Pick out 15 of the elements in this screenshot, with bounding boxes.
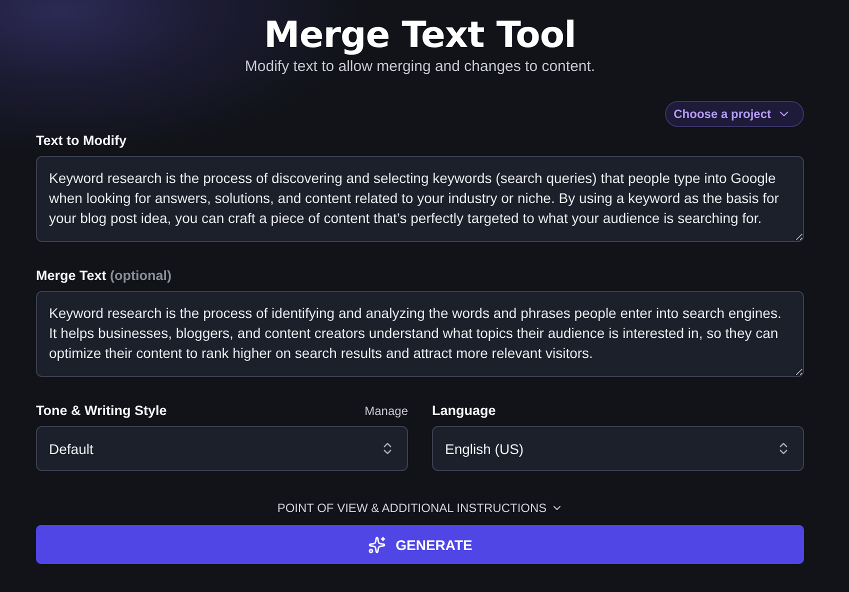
field-label: Text to Modify xyxy=(36,133,126,148)
page-title: Merge Text Tool xyxy=(263,14,577,58)
project-dropdown[interactable]: Choose a project xyxy=(664,101,804,127)
select-field[interactable]: Default xyxy=(36,426,408,471)
generate-button[interactable]: GENERATE xyxy=(36,525,804,564)
field-label: Merge Text (optional) xyxy=(36,268,172,283)
select-field[interactable]: English (US) xyxy=(432,426,804,471)
text-area[interactable]: Keyword research is the process of identifying and analyzing the words and phrases people enter into search engines. It helps businesses, bloggers, and content creators understand what topics their audience is interested in, so they can optimize their content to rank higher on search results and attract more relevant visitors. xyxy=(36,291,804,377)
page-subtitle: Modify text to allow merging and changes to content. xyxy=(244,58,596,75)
sparkles-icon xyxy=(368,536,386,554)
instructions-toggle[interactable]: POINT OF VIEW & ADDITIONAL INSTRUCTIONS xyxy=(277,501,563,515)
field-label: Language xyxy=(432,403,496,418)
field-label: Tone & Writing Style xyxy=(36,403,167,418)
manage-link[interactable]: Manage xyxy=(364,404,408,418)
text-area[interactable]: Keyword research is the process of discovering and selecting keywords (search queries) that people type into Google when looking for answers, solutions, and content related to your industry or niche. By using a keyword as the basis for your blog post idea, you can craft a piece of content that’s perfectly targeted to what your audience is searching for. xyxy=(36,156,804,242)
